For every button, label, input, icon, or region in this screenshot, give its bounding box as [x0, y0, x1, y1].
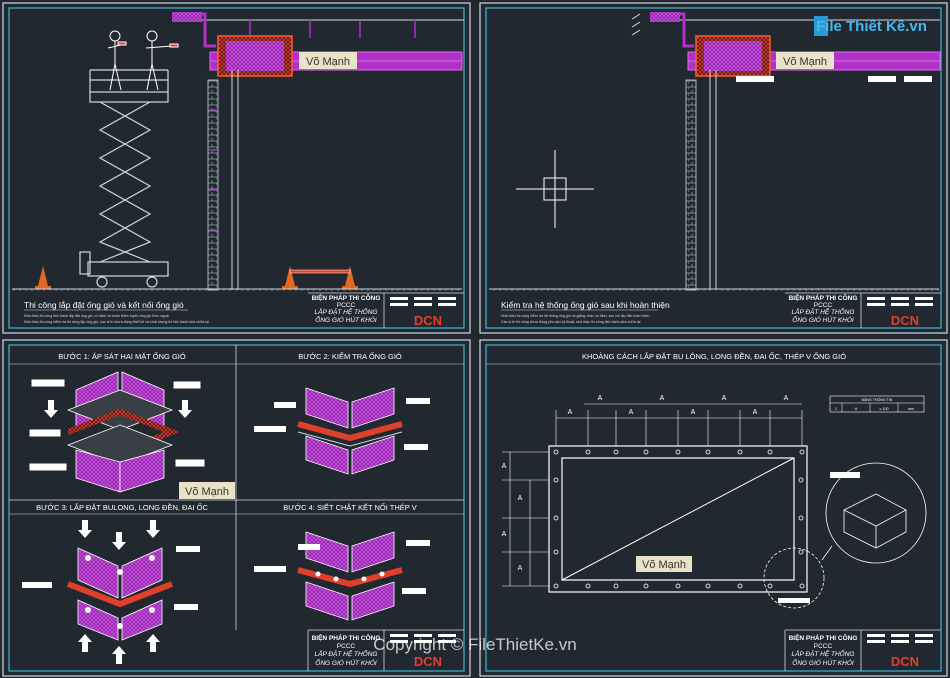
tb2-line3: LẮP ĐẶT HỆ THỐNG [792, 307, 855, 316]
svg-text:A: A [753, 409, 758, 416]
bolt-hole [643, 583, 649, 589]
step-4-title: BƯỚC 4: SIẾT CHẶT KẾT NỐI THÉP V [283, 502, 416, 512]
bolt-hole [705, 449, 711, 455]
copyright-text: Copyright © FileThietKe.vn [373, 635, 576, 654]
svg-text:A: A [518, 565, 523, 572]
bolt-hole [553, 477, 559, 483]
detail-circle [763, 462, 927, 609]
bolt-hole [553, 583, 559, 589]
bolt-hole [643, 449, 649, 455]
bolt-hole [553, 449, 559, 455]
bolt-hole [705, 583, 711, 589]
tb-line4: ỐNG GIÓ HÚT KHÓI [315, 315, 377, 324]
bolt-hole [675, 583, 681, 589]
tb3-line4: ỐNG GIÓ HÚT KHÓI [315, 658, 377, 667]
tb4-line4: ỐNG GIÓ HÚT KHÓI [792, 658, 854, 667]
brand-logo: File Thiết Kế.vn [814, 16, 927, 36]
watermark-text-2: Võ Mạnh [783, 56, 827, 68]
bolt-hole [799, 583, 805, 589]
table-title: BẢNG THÔNG TIN [862, 397, 893, 402]
tb2-line4: ỐNG GIÓ HÚT KHÓI [792, 315, 854, 324]
title-block-tr: BIỆN PHÁP THI CÔNG PCCC LẮP ĐẶT HỆ THỐNG… [785, 292, 941, 328]
note-check-1: Nhà thầu thi công kiểm tra hệ thống ống … [501, 313, 649, 318]
tb-line3: LẮP ĐẶT HỆ THỐNG [315, 307, 378, 316]
svg-text:≤ 100: ≤ 100 [880, 407, 889, 411]
bolt-hole [675, 449, 681, 455]
bolt-hole [798, 477, 804, 483]
tb-line2: PCCC [337, 302, 356, 309]
svg-text:A: A [568, 409, 573, 416]
svg-text:A: A [629, 409, 634, 416]
bolt-hole [553, 515, 559, 521]
step-4-drawing [254, 531, 430, 621]
company-logo-3: DCN [414, 654, 442, 669]
tb4-line3: LẮP ĐẶT HỆ THỐNG [792, 649, 855, 658]
company-logo-4: DCN [891, 654, 919, 669]
panel-steps: BƯỚC 1: ÁP SÁT HAI MẶT ỐNG GIÓ BƯỚC 2: K… [9, 345, 464, 664]
tb-line1: BIỆN PHÁP THI CÔNG [312, 293, 381, 302]
svg-text:A: A [691, 409, 696, 416]
bolt-hole [798, 515, 804, 521]
dimension-left [502, 451, 549, 587]
svg-text:A: A [502, 463, 507, 470]
bolt-hole [799, 449, 805, 455]
tb3-line2: PCCC [337, 643, 356, 650]
dimension-top [555, 403, 803, 446]
tb2-line2: PCCC [814, 302, 833, 309]
watermark-text-3: Võ Mạnh [185, 486, 229, 498]
tb3-line3: LẮP ĐẶT HỆ THỐNG [315, 649, 378, 658]
bolt-hole [767, 583, 773, 589]
bolt-hole [613, 449, 619, 455]
svg-text:A: A [660, 395, 665, 402]
bolt-hole [585, 449, 591, 455]
watermark-text: Võ Mạnh [306, 56, 350, 68]
step-2-title: BƯỚC 2: KIỂM TRA ỐNG GIÓ [298, 351, 402, 361]
company-logo-2: DCN [891, 313, 919, 328]
bolt-hole [585, 583, 591, 589]
spacing-title: KHOẢNG CÁCH LẮP ĐẶT BU LÔNG, LONG ĐỀN, Đ… [582, 351, 846, 361]
dimension-left-labels: A A A A [502, 463, 523, 572]
bolt-hole [737, 583, 743, 589]
panel-check-duct: Võ Mạnh Kiểm tra hệ thống ống gió sau kh… [489, 12, 941, 324]
note-check-2: Các vị trí thi công chưa đúng yêu cầu kỹ… [501, 320, 641, 324]
step-3-title: BƯỚC 3: LẮP ĐẶT BULONG, LONG ĐỀN, ĐAI ỐC [36, 502, 208, 512]
svg-text:A: A [598, 395, 603, 402]
svg-text:mm: mm [908, 407, 914, 411]
company-logo: DCN [414, 313, 442, 328]
step-1-title: BƯỚC 1: ÁP SÁT HAI MẶT ỐNG GIÓ [58, 351, 186, 361]
step-2-drawing [254, 387, 430, 475]
watermark-text-4: Võ Mạnh [642, 559, 686, 571]
step-3-drawing [22, 520, 200, 664]
crosshair-icon [516, 150, 594, 228]
caption-check: Kiểm tra hệ thống ống gió sau khi hoàn t… [501, 300, 670, 310]
tb4-line2: PCCC [814, 643, 833, 650]
bolt-hole [553, 549, 559, 555]
tb3-line1: BIỆN PHÁP THI CÔNG [312, 633, 381, 642]
svg-text:A: A [518, 495, 523, 502]
caption-install: Thi công lắp đặt ống gió và kết nối ống … [24, 300, 184, 310]
bolt-hole [798, 549, 804, 555]
panel-spacing: KHOẢNG CÁCH LẮP ĐẶT BU LÔNG, LONG ĐỀN, Đ… [486, 351, 941, 609]
svg-text:A: A [722, 395, 727, 402]
traffic-cones [35, 266, 358, 289]
brand-logo-text: File Thiết Kế.vn [816, 18, 927, 35]
tb4-line1: BIỆN PHÁP THI CÔNG [789, 633, 858, 642]
note-install-2: Nhà thầu thi công kiểm tra thi công lắp … [24, 319, 209, 324]
panel-install-duct: Võ Mạnh Thi công lắp đặt ống gió và kết … [12, 12, 464, 324]
cad-drawing-sheet: Võ Mạnh Thi công lắp đặt ống gió và kết … [2, 2, 948, 677]
tb2-line1: BIỆN PHÁP THI CÔNG [789, 293, 858, 302]
bolt-hole [767, 449, 773, 455]
bolt-hole [737, 449, 743, 455]
info-table: BẢNG THÔNG TIN 1 A ≤ 100 mm [829, 395, 925, 413]
svg-text:A: A [502, 531, 507, 538]
scissor-lift [79, 69, 169, 288]
svg-text:A: A [784, 395, 789, 402]
svg-text:A: A [855, 407, 858, 411]
title-block-br: BIỆN PHÁP THI CÔNG PCCC LẮP ĐẶT HỆ THỐNG… [784, 629, 941, 671]
bolt-hole [613, 583, 619, 589]
title-block-tl: BIỆN PHÁP THI CÔNG PCCC LẮP ĐẶT HỆ THỐNG… [308, 292, 464, 328]
step-1-drawing: Võ Mạnh [29, 371, 235, 499]
note-install-1: Nhà thầu thi công tiến hành lắp đặt ống … [24, 313, 169, 318]
svg-text:1: 1 [835, 407, 837, 411]
